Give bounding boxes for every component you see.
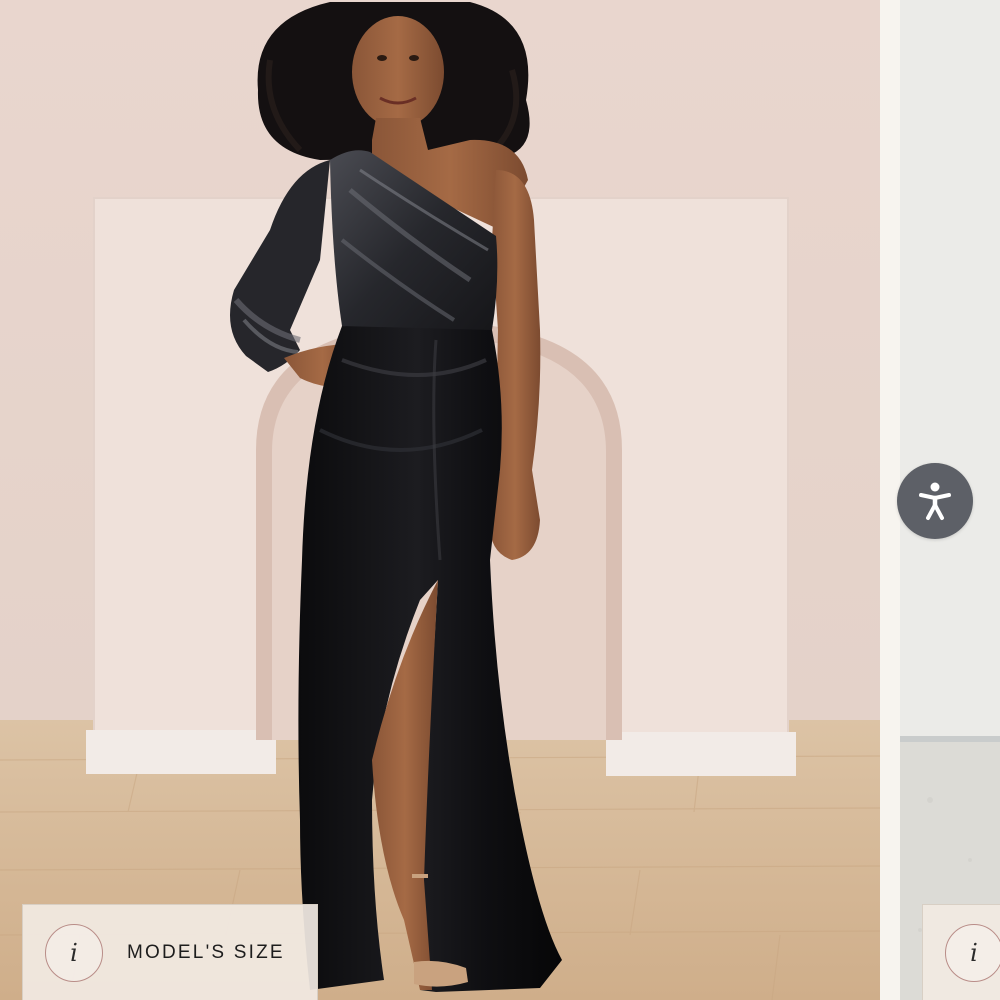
accessibility-widget-button[interactable] — [897, 463, 973, 539]
product-gallery-viewport: i MODEL'S SIZE i — [0, 0, 1000, 1000]
product-photo-dress-model — [0, 0, 880, 1000]
product-image-slide[interactable]: i MODEL'S SIZE — [0, 0, 880, 1000]
accessibility-person-icon — [919, 482, 951, 520]
info-icon: i — [945, 923, 1000, 982]
model-size-button[interactable]: i MODEL'S SIZE — [22, 904, 318, 1000]
model-size-label: MODEL'S SIZE — [127, 941, 285, 963]
info-icon: i — [45, 923, 103, 982]
next-model-size-button[interactable]: i — [922, 904, 1000, 1000]
